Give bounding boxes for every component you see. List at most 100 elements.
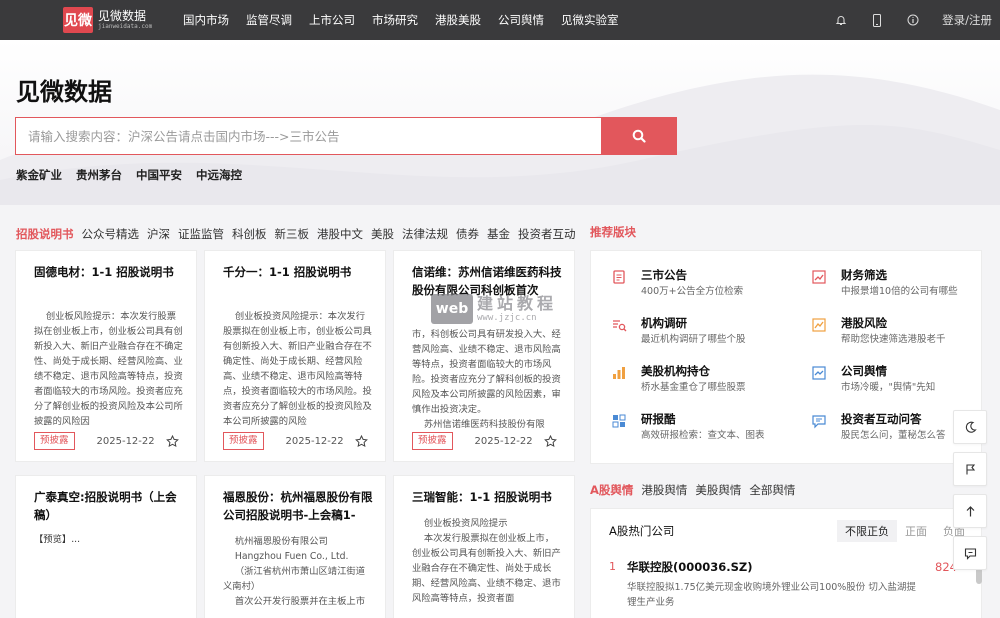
tab-star-market[interactable]: 科创板 — [232, 226, 267, 242]
star-icon[interactable] — [544, 434, 558, 448]
chat-icon — [964, 547, 976, 560]
card-body: 杭州福恩股份有限公司 Hangzhou Fuen Co., Ltd. （浙江省杭… — [223, 536, 365, 607]
watermark-url: www.jzjc.cn — [477, 312, 537, 323]
document-card[interactable]: 福恩股份：杭州福恩股份有限公司招股说明书-上会稿1- 杭州福恩股份有限公司 Ha… — [204, 475, 386, 618]
tab-wechat-picks[interactable]: 公众号精选 — [82, 226, 140, 242]
recommend-name: 港股风险 — [841, 316, 887, 330]
site-logo[interactable]: 见微 见微数据 jianweidata.com — [63, 7, 152, 33]
hot-search-item[interactable]: 贵州茅台 — [76, 167, 122, 183]
phone-icon[interactable] — [870, 13, 884, 27]
recommend-desc: 高效研报检索：查文本、图表 — [641, 430, 765, 441]
recommend-name: 财务筛选 — [841, 268, 887, 282]
card-footer: 预披露 2025-12-22 — [34, 431, 184, 451]
filter-all[interactable]: 不限正负 — [837, 520, 897, 542]
tab-a-share-sentiment[interactable]: A股舆情 — [590, 482, 633, 498]
back-to-top-button[interactable] — [953, 494, 987, 528]
dark-mode-button[interactable] — [953, 410, 987, 444]
card-title: 广泰真空:招股说明书（上会稿） — [34, 490, 177, 522]
nav-right: 登录/注册 — [834, 0, 992, 40]
logo-text: 见微数据 jianweidata.com — [98, 9, 152, 31]
document-card[interactable]: 广泰真空:招股说明书（上会稿） 【预览】... — [15, 475, 197, 618]
flag-icon — [965, 463, 975, 474]
recommend-name: 研报酷 — [641, 412, 676, 426]
nav-company-sentiment[interactable]: 公司舆情 — [498, 12, 544, 28]
card-title: 固德电材：1-1 招股说明书 — [34, 265, 174, 279]
tab-neeq[interactable]: 新三板 — [275, 226, 310, 242]
recommend-item[interactable]: 财务筛选 中报景增10倍的公司有哪些 — [811, 267, 991, 299]
hot-search-list: 紫金矿业 贵州茅台 中国平安 中远海控 — [16, 167, 256, 183]
card-body: 创业板投资风险提示 本次发行股票拟在创业板上市，创业板公司具有创新投入大、新旧产… — [412, 518, 561, 604]
tab-csrc-regulation[interactable]: 证监监管 — [178, 226, 224, 242]
recommend-item[interactable]: 研报酷高效研报检索：查文本、图表 — [611, 411, 791, 443]
tab-sh-sz[interactable]: 沪深 — [147, 226, 170, 242]
tab-investor-interaction[interactable]: 投资者互动 — [518, 226, 576, 242]
watermark-cn: 建站教程 — [477, 293, 558, 313]
recommend-item[interactable]: 机构调研 最近机构调研了哪些个股 — [611, 315, 791, 347]
card-footer: 预披露 2025-12-22 — [412, 431, 562, 451]
document-card[interactable]: 固德电材：1-1 招股说明书 创业板风险提示：本次发行股票拟在创业板上市，创业板… — [15, 250, 197, 462]
recommend-desc: 帮助您快速筛选港股老千 — [841, 334, 946, 345]
tab-us-sentiment[interactable]: 美股舆情 — [695, 482, 741, 498]
doc-icon — [613, 270, 625, 284]
tab-all-sentiment[interactable]: 全部舆情 — [749, 482, 795, 498]
search-input[interactable] — [15, 117, 601, 155]
card-body: 市，科创板公司具有研发投入大、经营风险高、业绩不稳定、退市风险高等特点，投资者面… — [412, 329, 561, 430]
hot-search-item[interactable]: 紫金矿业 — [16, 167, 62, 183]
status-badge: 预披露 — [34, 432, 75, 450]
recommend-desc: 股民怎么问，董秘怎么答 — [841, 430, 946, 441]
card-title: 千分一：1-1 招股说明书 — [223, 265, 352, 279]
feedback-button[interactable] — [953, 452, 987, 486]
recommend-name: 投资者互动问答 — [841, 412, 922, 426]
document-card[interactable]: 三瑞智能：1-1 招股说明书 创业板投资风险提示 本次发行股票拟在创业板上市，创… — [393, 475, 575, 618]
tab-laws[interactable]: 法律法规 — [402, 226, 448, 242]
report-icon — [612, 414, 626, 428]
filter-positive[interactable]: 正面 — [897, 520, 935, 542]
hot-search-item[interactable]: 中远海控 — [196, 167, 242, 183]
nav-regulation[interactable]: 监管尽调 — [246, 12, 292, 28]
recommend-desc: 市场冷暖，"舆情"先知 — [841, 382, 936, 393]
recommend-name: 美股机构持仓 — [641, 364, 710, 378]
sentiment-panel-title: A股热门公司 — [609, 524, 675, 538]
watermark-box: web — [431, 294, 473, 324]
chart-icon — [812, 270, 826, 284]
search-button[interactable] — [601, 117, 677, 155]
top-navbar: 见微 见微数据 jianweidata.com 国内市场 监管尽调 上市公司 市… — [0, 0, 1000, 40]
hot-search-item[interactable]: 中国平安 — [136, 167, 182, 183]
recommend-item[interactable]: 港股风险帮助您快速筛选港股老千 — [811, 315, 991, 347]
main-content: 招股说明书 公众号精选 沪深 证监监管 科创板 新三板 港股中文 美股 法律法规… — [0, 205, 1000, 618]
tab-funds[interactable]: 基金 — [487, 226, 510, 242]
login-register-link[interactable]: 登录/注册 — [942, 12, 992, 28]
tab-us-stocks[interactable]: 美股 — [371, 226, 394, 242]
moon-icon — [965, 421, 977, 433]
tab-bonds[interactable]: 债券 — [456, 226, 479, 242]
recommend-item[interactable]: 公司舆情市场冷暖，"舆情"先知 — [811, 363, 991, 395]
tab-prospectus[interactable]: 招股说明书 — [16, 226, 74, 242]
recommend-item[interactable]: 三市公告 400万+公告全方位检索 — [611, 267, 791, 299]
nav-listed-companies[interactable]: 上市公司 — [309, 12, 355, 28]
nav-hk-us-stocks[interactable]: 港股美股 — [435, 12, 481, 28]
star-icon[interactable] — [166, 434, 180, 448]
sentiment-headline[interactable]: 华联控股拟1.75亿美元现金收购境外锂业公司100%股份 切入盐湖提锂生产业务 — [627, 580, 917, 610]
recommend-title: 推荐版块 — [590, 225, 636, 239]
sentiment-panel: A股热门公司 不限正负 正面 负面 1 华联控股(000036.SZ) 824 … — [590, 508, 982, 618]
chat-button[interactable] — [953, 536, 987, 570]
logo-mark: 见微 — [63, 7, 93, 33]
recommend-item[interactable]: 美股机构持仓 桥水基金重仓了哪些股票 — [611, 363, 791, 395]
nav-domestic-market[interactable]: 国内市场 — [183, 12, 229, 28]
bell-icon[interactable] — [834, 13, 848, 27]
info-icon[interactable] — [906, 13, 920, 27]
logo-name: 见微数据 — [98, 9, 147, 23]
star-icon[interactable] — [355, 434, 369, 448]
document-card[interactable]: 千分一：1-1 招股说明书 创业板投资风险提示：本次发行股票拟在创业板上市，创业… — [204, 250, 386, 462]
search-bar — [15, 117, 677, 155]
document-card[interactable]: 信诺维：苏州信诺维医药科技股份有限公司科创板首次 市，科创板公司具有研发投入大、… — [393, 250, 575, 462]
recommend-name: 公司舆情 — [841, 364, 887, 378]
card-body: 创业板风险提示：本次发行股票拟在创业板上市，创业板公司具有创新投入大、新旧产业融… — [34, 311, 183, 427]
tab-hk-sentiment[interactable]: 港股舆情 — [641, 482, 687, 498]
hero-section: 见微数据 紫金矿业 贵州茅台 中国平安 中远海控 — [0, 40, 1000, 205]
nav-lab[interactable]: 见微实验室 — [561, 12, 619, 28]
sentiment-company-link[interactable]: 华联控股(000036.SZ) — [627, 559, 753, 575]
side-toolbar — [953, 410, 987, 578]
nav-market-research[interactable]: 市场研究 — [372, 12, 418, 28]
tab-hk-chinese[interactable]: 港股中文 — [317, 226, 363, 242]
